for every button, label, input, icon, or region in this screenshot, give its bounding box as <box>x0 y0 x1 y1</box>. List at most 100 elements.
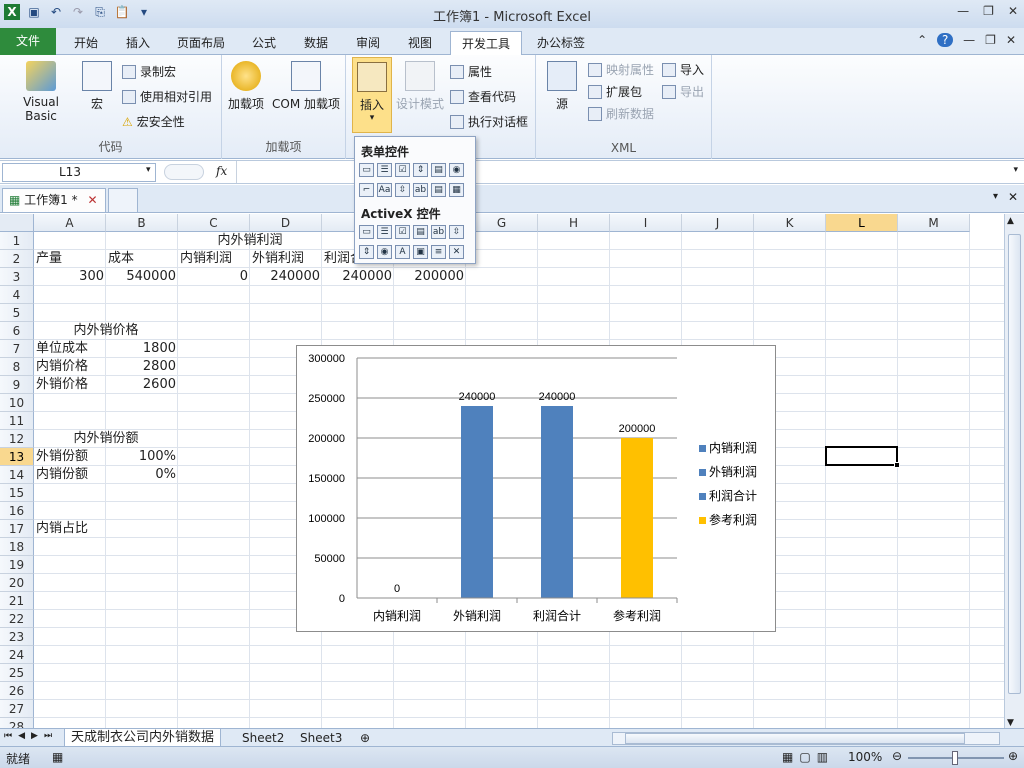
doc-tabs-dropdown-icon[interactable]: ▾ <box>993 191 998 202</box>
cell-label[interactable]: 外销价格 <box>34 376 106 394</box>
row-header-16[interactable]: 16 <box>0 502 34 520</box>
formula-bar-splitter[interactable] <box>164 164 204 180</box>
select-all-corner[interactable] <box>0 214 34 232</box>
tab-page-layout[interactable]: 页面布局 <box>168 31 234 55</box>
selected-cell-l13[interactable] <box>825 446 898 466</box>
export-button[interactable]: 导出 <box>662 83 704 100</box>
com-addins-button[interactable]: COM 加载项 <box>270 61 342 112</box>
relative-reference-button[interactable]: 使用相对引用 <box>122 88 212 105</box>
tab-review[interactable]: 审阅 <box>346 31 390 55</box>
option-button-control-icon[interactable]: ◉ <box>449 163 464 177</box>
minimize-icon[interactable]: — <box>957 4 969 18</box>
text-field-control-icon[interactable]: ab <box>413 183 428 197</box>
row-header-8[interactable]: 8 <box>0 358 34 376</box>
cell-value[interactable]: 300 <box>34 268 106 286</box>
doc-tab-workbook1[interactable]: ▦ 工作簿1 * ✕ <box>2 188 106 212</box>
macro-recording-icon[interactable]: ▦ <box>52 750 63 764</box>
tab-home[interactable]: 开始 <box>64 31 108 55</box>
cell-title-share[interactable]: 内外销份额 <box>34 430 178 448</box>
row-header-20[interactable]: 20 <box>0 574 34 592</box>
tab-formulas[interactable]: 公式 <box>242 31 286 55</box>
visual-basic-button[interactable]: Visual Basic <box>6 61 76 123</box>
row-header-24[interactable]: 24 <box>0 646 34 664</box>
import-button[interactable]: 导入 <box>662 61 704 78</box>
doc-minimize-icon[interactable]: — <box>963 33 975 47</box>
column-header-k[interactable]: K <box>754 214 826 232</box>
row-header-5[interactable]: 5 <box>0 304 34 322</box>
column-header-m[interactable]: M <box>898 214 970 232</box>
close-icon[interactable]: ✕ <box>1008 4 1018 18</box>
cell-label[interactable]: 单位成本 <box>34 340 106 358</box>
insert-control-button[interactable]: 插入 ▾ <box>352 57 392 133</box>
label-control-icon[interactable]: Aa <box>377 183 392 197</box>
column-header-j[interactable]: J <box>682 214 754 232</box>
page-break-view-icon[interactable]: ▥ <box>817 750 828 764</box>
cell-value[interactable]: 100% <box>106 448 178 466</box>
checkbox-control-icon[interactable]: ☑ <box>395 163 410 177</box>
row-header-19[interactable]: 19 <box>0 556 34 574</box>
row-header-11[interactable]: 11 <box>0 412 34 430</box>
column-header-h[interactable]: H <box>538 214 610 232</box>
row-header-10[interactable]: 10 <box>0 394 34 412</box>
cell-value[interactable]: 540000 <box>106 268 178 286</box>
column-header-a[interactable]: A <box>34 214 106 232</box>
row-header-9[interactable]: 9 <box>0 376 34 394</box>
scroll-up-icon[interactable]: ▲ <box>1007 216 1014 226</box>
row-header-12[interactable]: 12 <box>0 430 34 448</box>
cell-value[interactable]: 240000 <box>322 268 394 286</box>
cell-value[interactable]: 1800 <box>106 340 178 358</box>
column-header-d[interactable]: D <box>250 214 322 232</box>
row-header-7[interactable]: 7 <box>0 340 34 358</box>
combo-box-control-icon[interactable]: ☰ <box>377 163 392 177</box>
last-sheet-icon[interactable]: ⏭ <box>44 731 52 741</box>
cell-title-price[interactable]: 内外销价格 <box>34 322 178 340</box>
row-header-13[interactable]: 13 <box>0 448 34 466</box>
activex-listbox-icon[interactable]: ▤ <box>413 225 428 239</box>
tab-data[interactable]: 数据 <box>294 31 338 55</box>
activex-label-icon[interactable]: A <box>395 245 410 259</box>
row-header-18[interactable]: 18 <box>0 538 34 556</box>
tab-office-tab[interactable]: 办公标签 <box>530 31 592 55</box>
cell-label[interactable]: 外销份额 <box>34 448 106 466</box>
scroll-down-icon[interactable]: ▼ <box>1007 718 1014 728</box>
doc-tab-close-icon[interactable]: ✕ <box>87 193 97 207</box>
activex-option-icon[interactable]: ◉ <box>377 245 392 259</box>
doc-restore-icon[interactable]: ❐ <box>985 33 996 47</box>
horizontal-scroll-thumb[interactable] <box>625 733 965 744</box>
cell-value[interactable]: 0 <box>178 268 250 286</box>
activex-textbox-icon[interactable]: ab <box>431 225 446 239</box>
cell-label[interactable]: 内销占比 <box>34 520 106 538</box>
row-header-3[interactable]: 3 <box>0 268 34 286</box>
activex-spin-icon[interactable]: ⇕ <box>359 245 374 259</box>
view-code-button[interactable]: 查看代码 <box>450 88 516 105</box>
row-header-17[interactable]: 17 <box>0 520 34 538</box>
first-sheet-icon[interactable]: ⏮ <box>4 731 12 741</box>
cell-value[interactable]: 2600 <box>106 376 178 394</box>
insert-function-icon[interactable]: fx <box>216 164 227 178</box>
combo-dropdown-control-icon[interactable]: ▦ <box>449 183 464 197</box>
column-header-c[interactable]: C <box>178 214 250 232</box>
vertical-scrollbar[interactable]: ▲ ▼ <box>1004 214 1024 730</box>
row-header-25[interactable]: 25 <box>0 664 34 682</box>
run-dialog-button[interactable]: 执行对话框 <box>450 113 528 130</box>
restore-icon[interactable]: ❐ <box>983 4 994 18</box>
tab-insert[interactable]: 插入 <box>116 31 160 55</box>
button-control-icon[interactable]: ▭ <box>359 163 374 177</box>
vertical-scroll-thumb[interactable] <box>1008 234 1021 694</box>
cell-header[interactable]: 内销利润 <box>178 250 250 268</box>
activex-button-icon[interactable]: ▭ <box>359 225 374 239</box>
row-header-26[interactable]: 26 <box>0 682 34 700</box>
collapse-ribbon-icon[interactable]: ⌃ <box>917 33 927 47</box>
cell-header[interactable]: 产量 <box>34 250 106 268</box>
tab-developer[interactable]: 开发工具 <box>450 31 522 56</box>
design-mode-button[interactable]: 设计模式 <box>396 61 444 112</box>
new-doc-tab[interactable] <box>108 188 138 212</box>
activex-image-icon[interactable]: ▣ <box>413 245 428 259</box>
macro-button[interactable]: 宏 <box>82 61 112 112</box>
list-box-control-icon[interactable]: ▤ <box>431 163 446 177</box>
doc-tabs-close-icon[interactable]: ✕ <box>1008 190 1018 204</box>
row-header-1[interactable]: 1 <box>0 232 34 250</box>
row-header-2[interactable]: 2 <box>0 250 34 268</box>
horizontal-scrollbar[interactable] <box>612 732 1000 745</box>
tab-file[interactable]: 文件 <box>0 28 56 55</box>
